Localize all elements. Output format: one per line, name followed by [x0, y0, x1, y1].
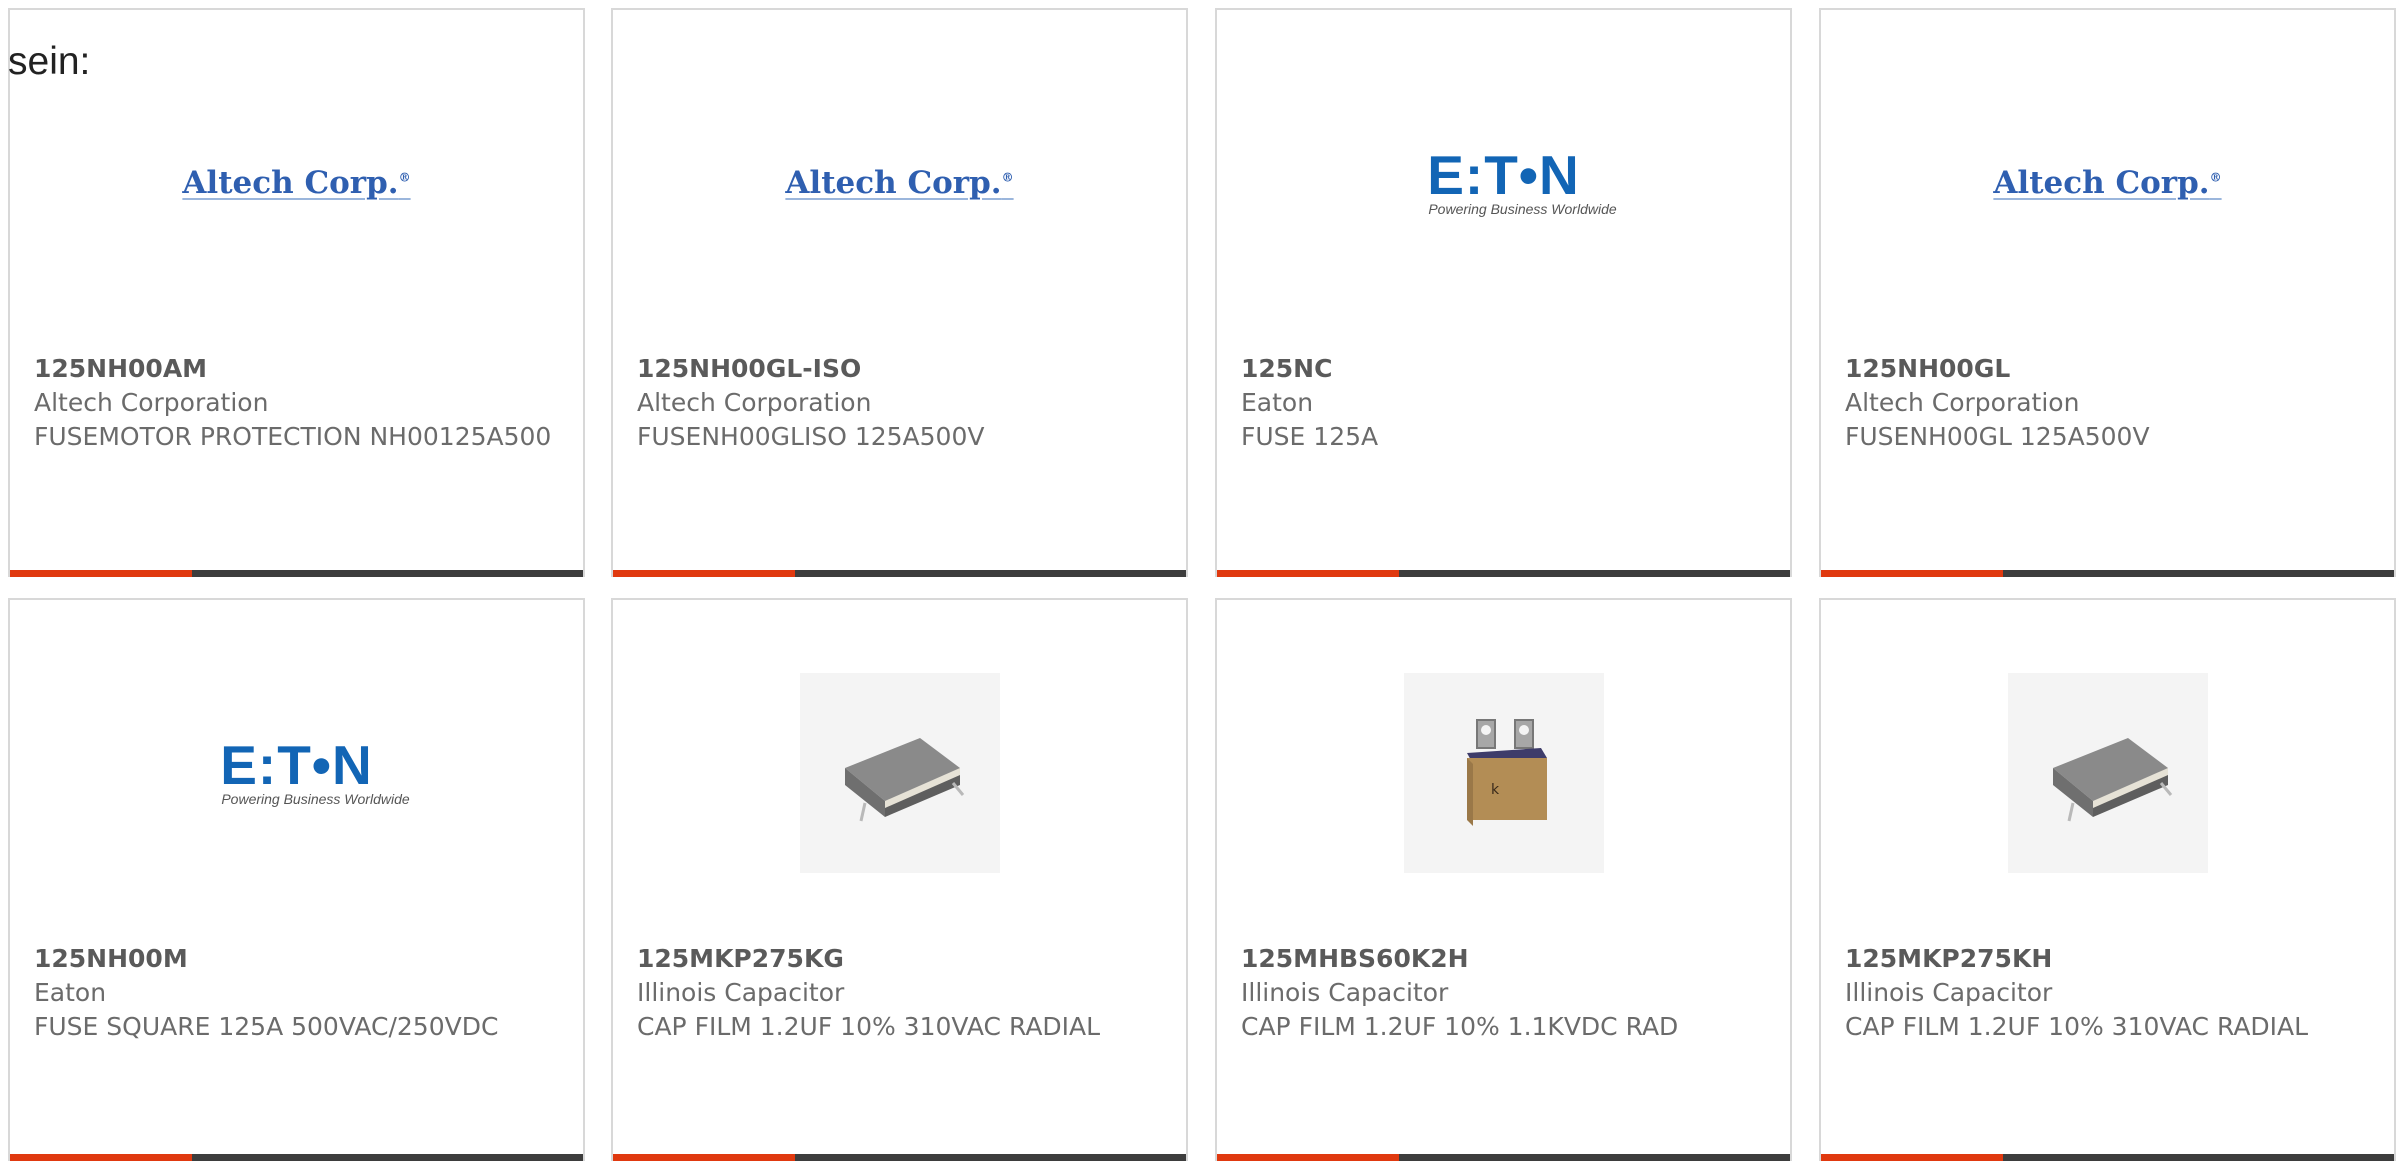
manufacturer-logo: Altech Corp.®: [10, 10, 583, 340]
card-footer-bar: [1821, 1154, 2394, 1161]
capacitor-tan-photo: k: [1403, 673, 1604, 873]
card-footer-bar: [613, 570, 1186, 577]
manufacturer-name: Illinois Capacitor: [637, 978, 845, 1007]
card-footer-accent: [613, 1154, 795, 1161]
product-description: FUSENH00GLISO 125A500V: [637, 422, 985, 451]
card-footer-bar: [1217, 1154, 1790, 1161]
product-card[interactable]: Altech Corp.® 125NH00AM Altech Corporati…: [8, 8, 585, 577]
product-grid-page: sein: Altech Corp.® 125NH00AM Altech Cor…: [0, 0, 2400, 1161]
card-footer-accent: [10, 570, 192, 577]
product-image: k: [1217, 600, 1790, 930]
manufacturer-name: Eaton: [34, 978, 107, 1007]
product-description: FUSEMOTOR PROTECTION NH00125A500: [34, 422, 552, 451]
product-card[interactable]: 125MKP275KG Illinois Capacitor CAP FILM …: [611, 598, 1188, 1161]
manufacturer-logo: E:T•N Powering Business Worldwide: [10, 600, 583, 930]
product-description: FUSE SQUARE 125A 500VAC/250VDC: [34, 1012, 499, 1041]
card-footer-bar: [613, 1154, 1186, 1161]
manufacturer-name: Illinois Capacitor: [1845, 978, 2053, 1007]
manufacturer-name: Altech Corporation: [1845, 388, 2080, 417]
card-footer-accent: [10, 1154, 192, 1161]
eaton-logo: E:T•N Powering Business Worldwide: [220, 734, 410, 808]
capacitor-tan-icon: k: [1466, 719, 1547, 826]
product-card[interactable]: Altech Corp.® 125NH00GL Altech Corporati…: [1819, 8, 2396, 577]
product-description: FUSE 125A: [1241, 422, 1379, 451]
part-number[interactable]: 125NH00GL-ISO: [637, 352, 1170, 386]
product-description: CAP FILM 1.2UF 10% 310VAC RADIAL: [637, 1012, 1101, 1041]
part-number[interactable]: 125NC: [1241, 352, 1774, 386]
manufacturer-name: Altech Corporation: [34, 388, 269, 417]
card-footer-accent: [613, 570, 795, 577]
product-image: [613, 600, 1186, 930]
product-card[interactable]: 125MKP275KH Illinois Capacitor CAP FILM …: [1819, 598, 2396, 1161]
capacitor-gray-photo: [2007, 673, 2208, 873]
product-description: CAP FILM 1.2UF 10% 1.1KVDC RAD: [1241, 1012, 1679, 1041]
part-number[interactable]: 125MKP275KH: [1845, 942, 2378, 976]
product-card[interactable]: E:T•N Powering Business Worldwide 125NH0…: [8, 598, 585, 1161]
product-description: CAP FILM 1.2UF 10% 310VAC RADIAL: [1845, 1012, 2309, 1041]
product-image: [1821, 600, 2394, 930]
card-footer-bar: [10, 1154, 583, 1161]
card-footer-accent: [1821, 1154, 2003, 1161]
manufacturer-name: Altech Corporation: [637, 388, 872, 417]
product-card[interactable]: Altech Corp.® 125NH00GL-ISO Altech Corpo…: [611, 8, 1188, 577]
product-description: FUSENH00GL 125A500V: [1845, 422, 2150, 451]
card-footer-bar: [1821, 570, 2394, 577]
part-number[interactable]: 125NH00M: [34, 942, 567, 976]
card-footer-accent: [1217, 1154, 1399, 1161]
eaton-logo: E:T•N Powering Business Worldwide: [1427, 144, 1617, 218]
intro-text: sein:: [8, 40, 91, 83]
manufacturer-name: Eaton: [1241, 388, 1314, 417]
capacitor-gray-icon: [844, 738, 964, 822]
card-footer-accent: [1217, 570, 1399, 577]
card-footer-accent: [1821, 570, 2003, 577]
part-number[interactable]: 125MKP275KG: [637, 942, 1170, 976]
part-number[interactable]: 125MHBS60K2H: [1241, 942, 1774, 976]
altech-logo: Altech Corp.®: [785, 165, 1014, 201]
capacitor-gray-photo: [799, 673, 1000, 873]
product-card[interactable]: k 125MHBS60K2H Illinois Capacitor CAP FI…: [1215, 598, 1792, 1161]
card-footer-bar: [10, 570, 583, 577]
manufacturer-logo: Altech Corp.®: [613, 10, 1186, 340]
altech-logo: Altech Corp.®: [1993, 165, 2222, 201]
manufacturer-logo: Altech Corp.®: [1821, 10, 2394, 340]
product-card[interactable]: E:T•N Powering Business Worldwide 125NC …: [1215, 8, 1792, 577]
capacitor-gray-icon: [2052, 738, 2172, 822]
altech-logo: Altech Corp.®: [182, 165, 411, 201]
svg-text:k: k: [1491, 782, 1500, 798]
part-number[interactable]: 125NH00AM: [34, 352, 567, 386]
manufacturer-name: Illinois Capacitor: [1241, 978, 1449, 1007]
manufacturer-logo: E:T•N Powering Business Worldwide: [1217, 10, 1790, 340]
card-footer-bar: [1217, 570, 1790, 577]
part-number[interactable]: 125NH00GL: [1845, 352, 2378, 386]
